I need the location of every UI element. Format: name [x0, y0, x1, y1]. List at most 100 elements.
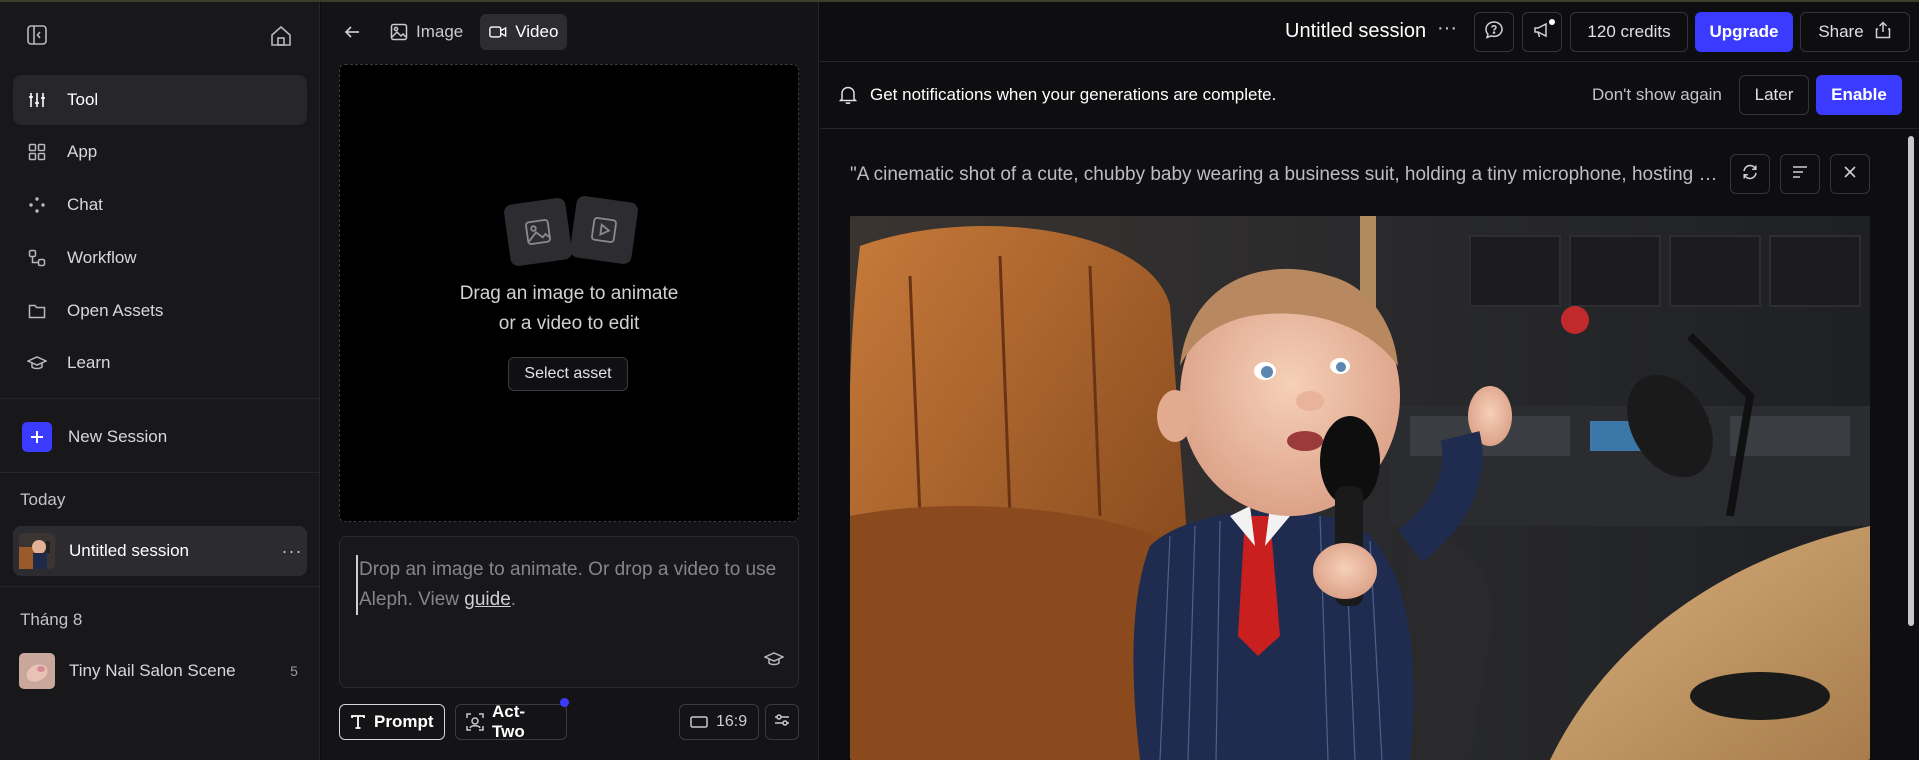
group-title-month: Tháng 8	[20, 610, 83, 629]
session-thumbnail	[19, 653, 55, 689]
close-icon	[1842, 164, 1858, 185]
back-arrow-icon[interactable]	[337, 17, 367, 47]
prompt-placeholder-end: .	[510, 589, 517, 610]
text-icon	[350, 714, 366, 730]
grid-icon	[27, 142, 47, 162]
aspect-ratio-label: 16:9	[716, 713, 748, 730]
image-placeholder-icon	[502, 196, 574, 268]
generated-image[interactable]	[850, 216, 1870, 760]
tab-label: Image	[416, 22, 464, 41]
session-header: Untitled session ··· 120 credits Upgrade…	[820, 2, 1919, 62]
graduation-cap-icon[interactable]	[764, 649, 784, 669]
feedback-button[interactable]	[1474, 12, 1514, 52]
group-title-today: Today	[20, 490, 66, 509]
generation-result: "A cinematic shot of a cute, chubby baby…	[820, 130, 1919, 760]
sidebar-item-label: Open Assets	[67, 301, 164, 320]
mode-tabs: Image Video	[321, 2, 818, 62]
sidebar-header	[0, 2, 319, 66]
sidebar-item-label: Chat	[67, 195, 103, 214]
session-more-button[interactable]: ···	[277, 541, 307, 562]
sliders-icon	[27, 90, 47, 110]
scrollbar-thumb[interactable]	[1908, 136, 1914, 626]
home-icon[interactable]	[269, 24, 293, 48]
act-two-label: Act-Two	[492, 702, 526, 741]
guide-link[interactable]: guide	[464, 589, 511, 610]
share-label: Share	[1818, 22, 1864, 41]
prompt-input[interactable]: Drop an image to animate. Or drop a vide…	[339, 536, 799, 688]
share-icon	[1874, 20, 1892, 44]
sidebar-divider	[0, 398, 320, 399]
credits-button[interactable]: 120 credits	[1570, 12, 1688, 52]
plus-icon	[22, 422, 52, 452]
tab-label: Video	[515, 22, 559, 41]
generation-input-panel: Image Video Drag an image to animate or …	[321, 2, 819, 760]
prompt-placeholder-text: Drop an image to animate. Or drop a vide…	[359, 559, 777, 610]
bell-icon	[838, 85, 858, 110]
dropzone-line-1: Drag an image to animate	[459, 283, 679, 304]
session-more-button[interactable]: ···	[1437, 17, 1457, 40]
upgrade-button[interactable]: Upgrade	[1695, 12, 1793, 52]
chat-dots-icon	[27, 195, 47, 215]
sidebar-item-label: Learn	[67, 353, 111, 372]
tab-image[interactable]: Image	[381, 14, 472, 50]
new-session-button[interactable]: New Session	[22, 422, 167, 452]
sidebar-item-label: App	[67, 142, 98, 161]
session-title: Tiny Nail Salon Scene	[69, 661, 236, 680]
enable-button[interactable]: Enable	[1816, 75, 1902, 115]
regenerate-button[interactable]	[1730, 154, 1770, 194]
face-scan-icon	[466, 713, 484, 731]
sidebar-item-chat[interactable]: Chat	[13, 180, 307, 230]
sidebar-divider	[0, 472, 320, 473]
graduation-cap-icon	[27, 353, 47, 373]
session-title: Untitled session	[69, 541, 190, 560]
refresh-icon	[1741, 163, 1759, 186]
sidebar-divider	[0, 586, 320, 587]
aspect-ratio-button[interactable]: 16:9	[679, 704, 759, 740]
settings-button[interactable]	[765, 704, 799, 740]
sidebar-item-learn[interactable]: Learn	[13, 338, 307, 388]
prompt-mode-button[interactable]: Prompt	[339, 704, 445, 740]
session-item-nail-salon[interactable]: Tiny Nail Salon Scene 5	[13, 646, 307, 696]
details-button[interactable]	[1780, 154, 1820, 194]
tab-video[interactable]: Video	[480, 14, 568, 50]
session-title[interactable]: Untitled session	[1285, 20, 1426, 43]
dropzone-line-2: or a video to edit	[498, 313, 640, 334]
session-item-untitled[interactable]: Untitled session ···	[13, 526, 307, 576]
session-count: 5	[290, 663, 298, 679]
align-left-icon	[1791, 163, 1809, 186]
close-button[interactable]	[1830, 154, 1870, 194]
sidebar-item-tool[interactable]: Tool	[13, 75, 307, 125]
sidebar: Tool App Chat Workflow Open Assets Learn	[0, 2, 320, 760]
media-dropzone[interactable]: Drag an image to animate or a video to e…	[339, 64, 799, 522]
sidebar-item-label: Workflow	[67, 248, 137, 267]
announcements-button[interactable]	[1522, 12, 1562, 52]
new-session-label: New Session	[68, 427, 168, 446]
session-output-panel: Untitled session ··· 120 credits Upgrade…	[820, 2, 1919, 760]
notification-message: Get notifications when your generations …	[870, 85, 1277, 104]
dropzone-instructions: Drag an image to animate or a video to e…	[340, 279, 798, 339]
workflow-icon	[27, 248, 47, 268]
later-button[interactable]: Later	[1739, 75, 1809, 115]
new-badge-dot	[560, 698, 569, 707]
dont-show-again-button[interactable]: Don't show again	[1592, 85, 1722, 105]
notification-dot	[1549, 19, 1555, 25]
sidebar-item-workflow[interactable]: Workflow	[13, 233, 307, 283]
sidebar-item-app[interactable]: App	[13, 127, 307, 177]
prompt-mode-label: Prompt	[374, 712, 434, 731]
sidebar-collapse-icon[interactable]	[26, 24, 48, 46]
select-asset-button[interactable]: Select asset	[508, 357, 628, 391]
prompt-placeholder[interactable]: Drop an image to animate. Or drop a vide…	[356, 555, 786, 615]
video-icon	[489, 23, 507, 41]
act-two-button[interactable]: Act-Two	[455, 702, 567, 741]
dropzone-illustration	[502, 193, 643, 273]
generation-prompt-text: "A cinematic shot of a cute, chubby baby…	[850, 164, 1720, 185]
folder-icon	[27, 301, 47, 321]
chat-bubble-icon	[1484, 20, 1504, 45]
share-button[interactable]: Share	[1800, 12, 1910, 52]
sidebar-item-label: Tool	[67, 90, 99, 109]
notification-banner: Get notifications when your generations …	[820, 63, 1919, 129]
session-thumbnail	[19, 533, 55, 569]
aspect-ratio-icon	[690, 715, 708, 729]
sidebar-item-open-assets[interactable]: Open Assets	[13, 286, 307, 336]
prompt-toolbar: Prompt Act-Two 16:9	[339, 698, 799, 741]
